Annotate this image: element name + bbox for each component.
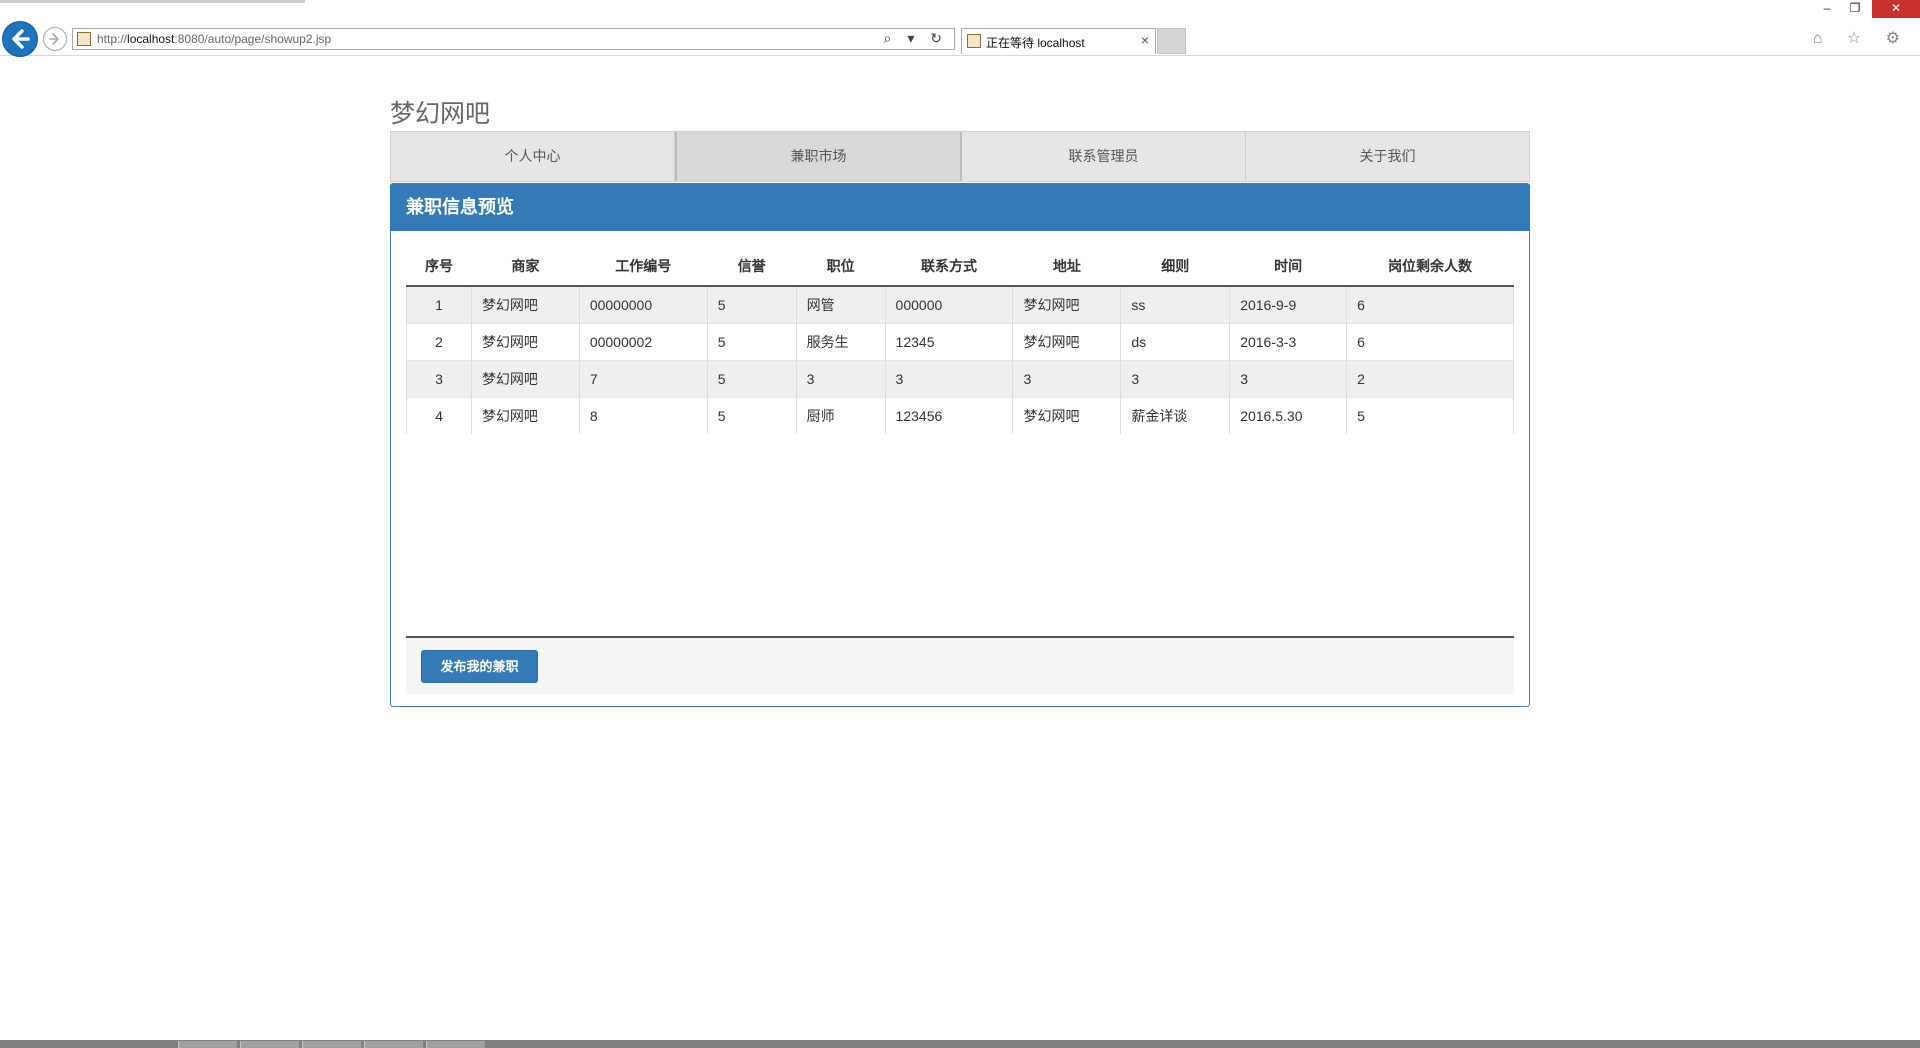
table-cell: 1 bbox=[406, 285, 472, 324]
url-path: :8080/auto/page/showup2.jsp bbox=[174, 32, 332, 46]
table-cell: 厨师 bbox=[796, 397, 886, 434]
nav-item-personal-center[interactable]: 个人中心 bbox=[391, 132, 675, 181]
taskbar-item[interactable] bbox=[364, 1041, 423, 1048]
col-header-position: 职位 bbox=[796, 247, 886, 287]
forward-button[interactable] bbox=[43, 27, 67, 51]
tab-title: 正在等待 localhost bbox=[986, 36, 1085, 50]
table-cell: 梦幻网吧 bbox=[1012, 285, 1122, 324]
col-header-remaining: 岗位剩余人数 bbox=[1346, 247, 1514, 287]
col-header-index: 序号 bbox=[406, 247, 472, 287]
table-cell: 梦幻网吧 bbox=[1012, 323, 1122, 361]
restore-button[interactable]: ❐ bbox=[1842, 0, 1868, 18]
job-table: 序号 商家 工作编号 信誉 职位 联系方式 地址 细则 时间 岗位剩余人数 1 … bbox=[406, 247, 1514, 434]
table-cell: 3 bbox=[885, 360, 1014, 398]
site-title: 梦幻网吧 bbox=[390, 100, 491, 128]
taskbar-item[interactable] bbox=[178, 1041, 237, 1048]
table-cell: 6 bbox=[1346, 323, 1514, 361]
table-cell: 5 bbox=[707, 285, 797, 324]
browser-tab[interactable]: 正在等待 localhost × bbox=[961, 28, 1156, 54]
table-cell: 2 bbox=[1346, 360, 1514, 398]
table-cell: ss bbox=[1120, 285, 1231, 324]
table-cell: 3 bbox=[1120, 360, 1231, 398]
table-cell: 4 bbox=[406, 397, 472, 434]
table-cell: 3 bbox=[1229, 360, 1348, 398]
col-header-time: 时间 bbox=[1229, 247, 1347, 287]
table-cell: 2016-9-9 bbox=[1229, 285, 1348, 324]
arrow-left-icon bbox=[12, 29, 30, 49]
table-cell: 5 bbox=[707, 397, 797, 434]
table-cell: 服务生 bbox=[796, 323, 886, 361]
tab-page-icon bbox=[967, 34, 981, 48]
panel-heading: 兼职信息预览 bbox=[391, 184, 1529, 231]
panel-footer: 发布我的兼职 bbox=[406, 636, 1514, 694]
table-cell: 7 bbox=[579, 360, 708, 398]
table-row: 1 梦幻网吧 00000000 5 网管 000000 梦幻网吧 ss 2016… bbox=[406, 285, 1514, 324]
table-cell: 薪金详谈 bbox=[1120, 397, 1231, 434]
url-text[interactable]: http://localhost:8080/auto/page/showup2.… bbox=[97, 32, 331, 46]
table-cell: 5 bbox=[707, 323, 797, 361]
taskbar-item[interactable] bbox=[426, 1041, 485, 1048]
job-table-wrapper: 序号 商家 工作编号 信誉 职位 联系方式 地址 细则 时间 岗位剩余人数 1 … bbox=[406, 247, 1514, 434]
back-button[interactable] bbox=[2, 21, 38, 57]
table-cell: 梦幻网吧 bbox=[471, 323, 580, 361]
job-preview-panel: 兼职信息预览 序号 商家 工作编号 信誉 职位 联系方式 地址 细则 时间 岗位… bbox=[390, 183, 1530, 707]
col-header-reputation: 信誉 bbox=[707, 247, 797, 287]
col-header-contact: 联系方式 bbox=[885, 247, 1013, 287]
table-cell: 2016-3-3 bbox=[1229, 323, 1348, 361]
close-window-button[interactable]: ✕ bbox=[1872, 0, 1920, 18]
publish-job-button[interactable]: 发布我的兼职 bbox=[421, 650, 538, 683]
nav-item-contact-admin[interactable]: 联系管理员 bbox=[962, 132, 1246, 181]
col-header-job-id: 工作编号 bbox=[579, 247, 708, 287]
table-row: 3 梦幻网吧 7 5 3 3 3 3 3 2 bbox=[406, 360, 1514, 398]
arrow-right-icon bbox=[49, 33, 59, 45]
taskbar-item[interactable] bbox=[302, 1041, 361, 1048]
col-header-address: 地址 bbox=[1012, 247, 1121, 287]
table-cell: 2 bbox=[406, 323, 472, 361]
table-cell: 3 bbox=[796, 360, 886, 398]
table-row: 2 梦幻网吧 00000002 5 服务生 12345 梦幻网吧 ds 2016… bbox=[406, 323, 1514, 361]
table-cell: 8 bbox=[579, 397, 708, 434]
nav-item-job-market[interactable]: 兼职市场 bbox=[675, 132, 962, 181]
table-cell: 2016.5.30 bbox=[1229, 397, 1348, 434]
table-cell: 网管 bbox=[796, 285, 886, 324]
search-refresh-icon[interactable]: ⌕ ▾ ↻ bbox=[884, 30, 948, 47]
table-cell: 3 bbox=[1012, 360, 1122, 398]
new-tab-button[interactable] bbox=[1157, 28, 1186, 54]
col-header-details: 细则 bbox=[1120, 247, 1230, 287]
table-cell: 00000002 bbox=[579, 323, 708, 361]
table-cell: 5 bbox=[1346, 397, 1514, 434]
browser-chrome: http://localhost:8080/auto/page/showup2.… bbox=[0, 0, 1920, 57]
table-cell: 00000000 bbox=[579, 285, 708, 324]
table-cell: ds bbox=[1120, 323, 1231, 361]
table-row: 4 梦幻网吧 8 5 厨师 123456 梦幻网吧 薪金详谈 2016.5.30… bbox=[406, 397, 1514, 434]
url-prefix: http:// bbox=[97, 32, 128, 46]
home-favorites-settings-icon[interactable]: ⌂ ☆ ⚙ bbox=[1813, 28, 1910, 48]
table-cell: 梦幻网吧 bbox=[471, 285, 580, 324]
address-bar[interactable]: http://localhost:8080/auto/page/showup2.… bbox=[72, 28, 955, 50]
taskbar-item[interactable] bbox=[240, 1041, 299, 1048]
table-cell: 123456 bbox=[885, 397, 1014, 434]
tab-close-icon[interactable]: × bbox=[1141, 32, 1149, 48]
loading-indicator bbox=[0, 0, 305, 3]
page-icon bbox=[77, 32, 91, 46]
table-cell: 梦幻网吧 bbox=[1012, 397, 1122, 434]
table-header-row: 序号 商家 工作编号 信誉 职位 联系方式 地址 细则 时间 岗位剩余人数 bbox=[406, 247, 1514, 287]
table-cell: 3 bbox=[406, 360, 472, 398]
table-cell: 6 bbox=[1346, 285, 1514, 324]
table-cell: 000000 bbox=[885, 285, 1014, 324]
table-cell: 梦幻网吧 bbox=[471, 397, 580, 434]
main-nav: 个人中心 兼职市场 联系管理员 关于我们 bbox=[390, 131, 1530, 182]
url-host: localhost bbox=[127, 32, 175, 46]
nav-item-about-us[interactable]: 关于我们 bbox=[1246, 132, 1529, 181]
minimize-button[interactable]: – bbox=[1814, 0, 1840, 18]
taskbar bbox=[0, 1040, 1920, 1048]
col-header-merchant: 商家 bbox=[471, 247, 580, 287]
table-cell: 12345 bbox=[885, 323, 1014, 361]
table-cell: 5 bbox=[707, 360, 797, 398]
table-cell: 梦幻网吧 bbox=[471, 360, 580, 398]
